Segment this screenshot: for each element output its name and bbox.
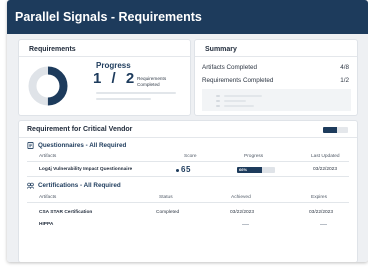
artifact-name: CSA STAR Certification bbox=[39, 210, 93, 215]
column-header-status: Status bbox=[159, 195, 173, 200]
status-text: Completed bbox=[156, 210, 180, 215]
divider bbox=[19, 56, 190, 57]
placeholder-line bbox=[216, 105, 220, 107]
placeholder-line bbox=[224, 95, 262, 97]
achieved-date: 03/22/2023 bbox=[230, 210, 255, 215]
placeholder-line bbox=[216, 100, 220, 102]
certifications-table-header: Artifacts Status Achieved Expires bbox=[27, 194, 349, 203]
requirements-card: Requirements Progress 1 / 2 Requirements… bbox=[19, 40, 190, 115]
view-toggle-active bbox=[323, 127, 337, 133]
column-header-artifacts: Artifacts bbox=[39, 154, 57, 159]
progress-donut bbox=[28, 66, 68, 106]
page-title: Parallel Signals - Requirements bbox=[15, 10, 202, 24]
placeholder-line bbox=[224, 105, 254, 107]
critical-vendor-card: Requirement for Critical Vendor Question… bbox=[19, 121, 357, 262]
placeholder-line bbox=[216, 95, 220, 97]
critical-vendor-title: Requirement for Critical Vendor bbox=[27, 126, 133, 133]
requirements-card-title: Requirements bbox=[29, 46, 76, 53]
divider bbox=[195, 56, 357, 57]
divider bbox=[27, 168, 349, 177]
column-header-score: Score bbox=[184, 154, 197, 159]
column-header-expires: Expires bbox=[311, 195, 327, 200]
placeholder-line bbox=[224, 100, 246, 102]
column-header-progress: Progress bbox=[244, 154, 264, 159]
certifications-heading: Certifications - All Required bbox=[27, 182, 121, 189]
summary-card-title: Summary bbox=[205, 46, 237, 53]
column-header-last-updated: Last Updated bbox=[311, 154, 340, 159]
summary-row-value: 1/2 bbox=[340, 77, 349, 84]
placeholder-line bbox=[96, 98, 151, 100]
progress-description: Requirements Completed bbox=[137, 76, 167, 87]
summary-row-value: 4/8 bbox=[340, 64, 349, 71]
certification-icon bbox=[27, 182, 34, 189]
summary-row-requirements: Requirements Completed 1/2 bbox=[202, 77, 349, 85]
questionnaires-table-header: Artifacts Score Progress Last Updated bbox=[27, 153, 349, 162]
view-toggle[interactable] bbox=[323, 127, 348, 133]
summary-row-label: Requirements Completed bbox=[202, 77, 274, 84]
column-header-artifacts: Artifacts bbox=[39, 195, 57, 200]
questionnaires-heading: Questionnaires - All Required bbox=[27, 142, 126, 149]
empty-value-dash bbox=[320, 224, 327, 225]
table-row[interactable]: HIPPA bbox=[27, 221, 349, 231]
summary-row-label: Artifacts Completed bbox=[202, 64, 257, 71]
empty-value-dash bbox=[242, 224, 249, 225]
questionnaires-heading-label: Questionnaires - All Required bbox=[38, 142, 127, 149]
table-row[interactable]: CSA STAR Certification Completed 03/22/2… bbox=[27, 209, 349, 219]
divider bbox=[19, 137, 357, 138]
expires-date: 03/22/2023 bbox=[309, 210, 334, 215]
app-window: Parallel Signals - Requirements Requirem… bbox=[7, 0, 368, 262]
progress-fraction: 1 / 2 bbox=[93, 70, 138, 87]
column-header-achieved: Achieved bbox=[231, 195, 251, 200]
summary-row-artifacts: Artifacts Completed 4/8 bbox=[202, 64, 349, 72]
placeholder-line bbox=[96, 92, 176, 94]
summary-card: Summary Artifacts Completed 4/8 Requirem… bbox=[195, 40, 357, 115]
page-header: Parallel Signals - Requirements bbox=[7, 0, 368, 34]
artifact-name: HIPPA bbox=[39, 222, 54, 227]
summary-placeholder-box bbox=[202, 89, 351, 111]
questionnaire-icon bbox=[27, 142, 34, 149]
progress-label: Progress bbox=[96, 61, 131, 70]
main-content: Requirements Progress 1 / 2 Requirements… bbox=[7, 34, 368, 262]
certifications-heading-label: Certifications - All Required bbox=[38, 182, 121, 189]
